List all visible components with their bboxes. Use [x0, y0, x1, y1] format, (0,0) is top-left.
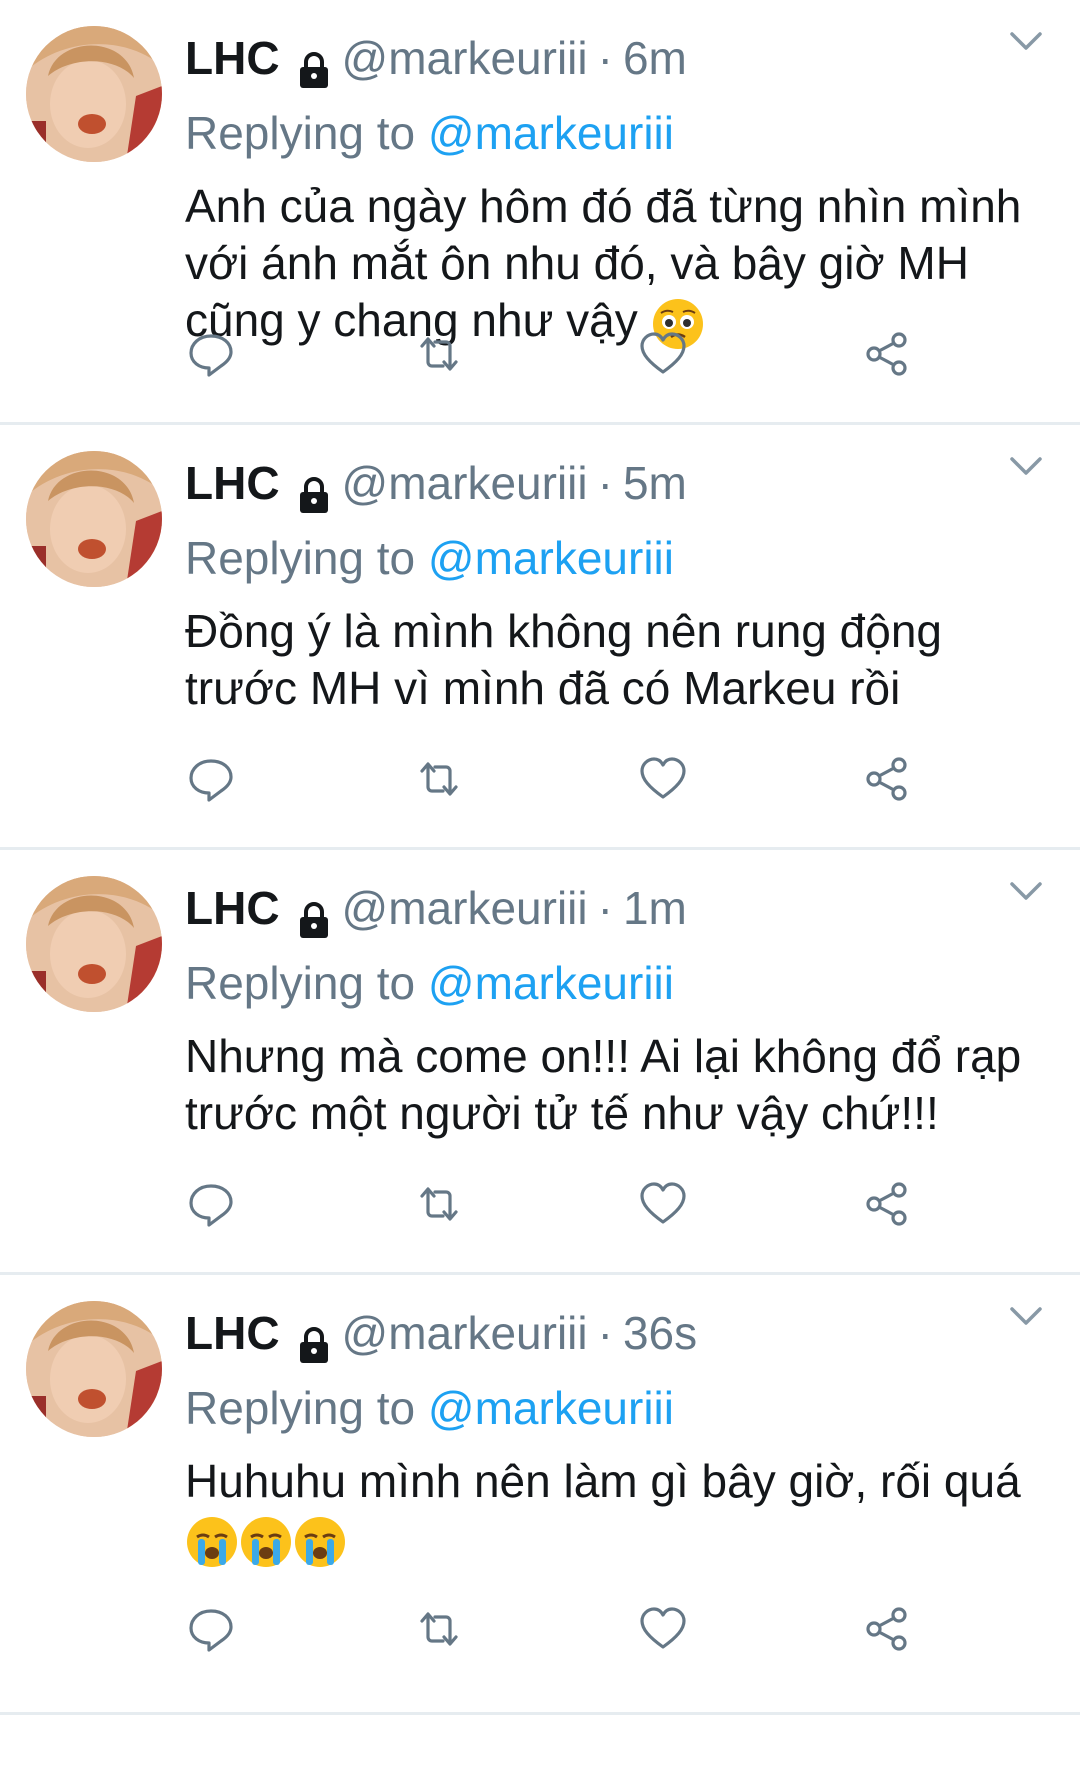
avatar[interactable] [26, 1301, 162, 1437]
replying-to: Replying to @markeuriii [185, 1369, 1060, 1447]
reply-to-link[interactable]: @markeuriii [428, 532, 674, 584]
tweet-text-line: Đồng ý là mình không nên rung động [185, 605, 942, 657]
display-name[interactable]: LHC [185, 447, 280, 519]
reply-icon[interactable] [185, 328, 237, 380]
heart-icon[interactable] [637, 328, 689, 380]
tweet[interactable]: LHC @markeuriii · 5m Replying to @markeu… [0, 425, 1080, 850]
user-handle[interactable]: @markeuriii [342, 1297, 588, 1369]
lock-icon [294, 38, 334, 88]
tweet-text: Anh của ngày hôm đó đã từng nhìn mình vớ… [185, 178, 1065, 351]
avatar[interactable] [26, 26, 162, 162]
tweet-actions [185, 1178, 945, 1238]
tweet-header: LHC @markeuriii · 5m [185, 447, 1060, 519]
lock-icon [294, 888, 334, 938]
reply-to-link[interactable]: @markeuriii [428, 107, 674, 159]
avatar[interactable] [26, 876, 162, 1012]
tweet-text-line: Nhưng mà come on!!! Ai lại không đổ rạp [185, 1030, 1022, 1082]
loudly-crying-face-emoji [185, 1515, 239, 1569]
display-name[interactable]: LHC [185, 1297, 280, 1369]
tweet-text-line: với ánh mắt ôn nhu đó, và bây giờ MH [185, 237, 969, 289]
tweet-actions [185, 328, 945, 388]
separator-dot: · [597, 32, 613, 84]
tweet-actions [185, 1603, 945, 1663]
replying-label: Replying to [185, 957, 428, 1009]
tweet-header: LHC @markeuriii · 36s [185, 1297, 1060, 1369]
share-icon[interactable] [861, 1178, 913, 1230]
timestamp[interactable]: 5m [623, 447, 687, 519]
display-name[interactable]: LHC [185, 872, 280, 944]
share-icon[interactable] [861, 328, 913, 380]
chevron-down-icon[interactable] [1006, 445, 1046, 485]
tweet-header: LHC @markeuriii · 1m [185, 872, 1060, 944]
replying-label: Replying to [185, 107, 428, 159]
tweet-text-line: trước MH vì mình đã có Markeu rồi [185, 662, 901, 714]
user-handle[interactable]: @markeuriii [342, 22, 588, 94]
user-handle[interactable]: @markeuriii [342, 872, 588, 944]
tweet[interactable]: LHC @markeuriii · 36s Replying to @marke… [0, 1275, 1080, 1715]
display-name[interactable]: LHC [185, 22, 280, 94]
tweet-text: Huhuhu mình nên làm gì bây giờ, rối quá [185, 1453, 1065, 1569]
timestamp[interactable]: 6m [623, 22, 687, 94]
retweet-icon[interactable] [413, 1178, 465, 1230]
chevron-down-icon[interactable] [1006, 870, 1046, 910]
share-icon[interactable] [861, 1603, 913, 1655]
retweet-icon[interactable] [413, 753, 465, 805]
timestamp[interactable]: 36s [623, 1297, 697, 1369]
lock-icon [294, 1313, 334, 1363]
separator-dot: · [597, 457, 613, 509]
reply-icon[interactable] [185, 1603, 237, 1655]
tweet-actions [185, 753, 945, 813]
reply-icon[interactable] [185, 753, 237, 805]
replying-to: Replying to @markeuriii [185, 944, 1060, 1022]
tweet-header: LHC @markeuriii · 6m [185, 22, 1060, 94]
loudly-crying-face-emoji [239, 1515, 293, 1569]
heart-icon[interactable] [637, 753, 689, 805]
tweet-text-line: Anh của ngày hôm đó đã từng nhìn mình [185, 180, 1022, 232]
replying-to: Replying to @markeuriii [185, 519, 1060, 597]
retweet-icon[interactable] [413, 1603, 465, 1655]
reply-icon[interactable] [185, 1178, 237, 1230]
heart-icon[interactable] [637, 1603, 689, 1655]
replying-label: Replying to [185, 532, 428, 584]
replying-to: Replying to @markeuriii [185, 94, 1060, 172]
chevron-down-icon[interactable] [1006, 1295, 1046, 1335]
heart-icon[interactable] [637, 1178, 689, 1230]
loudly-crying-face-emoji [293, 1515, 347, 1569]
lock-icon [294, 463, 334, 513]
retweet-icon[interactable] [413, 328, 465, 380]
separator-dot: · [597, 1307, 613, 1359]
replying-label: Replying to [185, 1382, 428, 1434]
share-icon[interactable] [861, 753, 913, 805]
tweet-feed: LHC @markeuriii · 6m Replying to @markeu… [0, 0, 1080, 1715]
avatar[interactable] [26, 451, 162, 587]
tweet[interactable]: LHC @markeuriii · 1m Replying to @markeu… [0, 850, 1080, 1275]
separator-dot: · [597, 882, 613, 934]
tweet-text: Đồng ý là mình không nên rung động trước… [185, 603, 1065, 717]
timestamp[interactable]: 1m [623, 872, 687, 944]
reply-to-link[interactable]: @markeuriii [428, 1382, 674, 1434]
tweet-text: Nhưng mà come on!!! Ai lại không đổ rạp … [185, 1028, 1065, 1142]
tweet-text-line: trước một người tử tế như vậy chứ!!! [185, 1087, 939, 1139]
chevron-down-icon[interactable] [1006, 20, 1046, 60]
tweet-text-line: Huhuhu mình nên làm gì bây giờ, rối quá [185, 1455, 1021, 1507]
user-handle[interactable]: @markeuriii [342, 447, 588, 519]
reply-to-link[interactable]: @markeuriii [428, 957, 674, 1009]
tweet[interactable]: LHC @markeuriii · 6m Replying to @markeu… [0, 0, 1080, 425]
